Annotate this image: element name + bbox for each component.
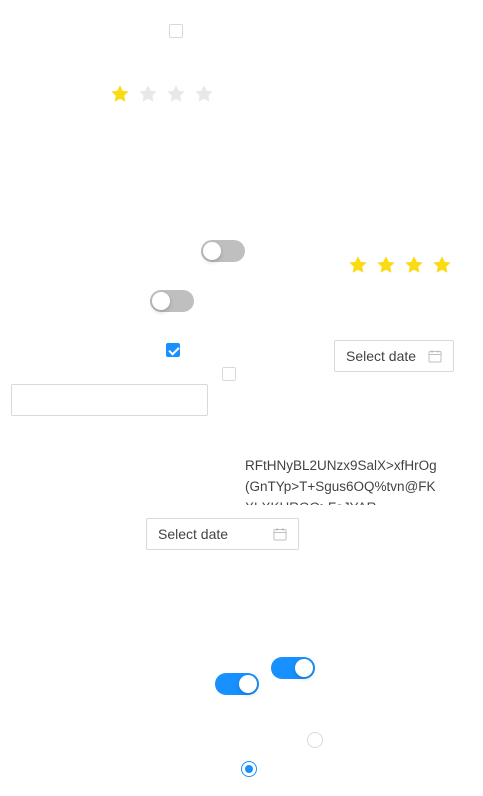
rating-1[interactable] [110, 84, 214, 104]
switch-knob [295, 659, 313, 677]
text-block: RFtHNyBL2UNzx9SalX>xfHrOg(GnTYp>T+Sgus6O… [245, 458, 437, 505]
date-picker-1[interactable]: Select date [334, 340, 454, 372]
checkbox-3[interactable] [222, 367, 236, 381]
calendar-icon [273, 528, 287, 541]
date-picker-2[interactable]: Select date [146, 518, 299, 550]
switch-2[interactable] [150, 290, 194, 312]
switch-knob [152, 292, 170, 310]
radio-2[interactable] [241, 761, 257, 777]
rating-2[interactable] [348, 255, 452, 275]
calendar-icon [428, 350, 442, 363]
checkbox-2[interactable] [166, 343, 180, 357]
star-icon[interactable] [194, 84, 214, 104]
switch-3[interactable] [271, 657, 315, 679]
switch-knob [239, 675, 257, 693]
switch-1[interactable] [201, 240, 245, 262]
star-icon[interactable] [432, 255, 452, 275]
text-input[interactable] [11, 384, 208, 416]
switch-4[interactable] [215, 673, 259, 695]
star-icon[interactable] [376, 255, 396, 275]
date-picker-placeholder: Select date [158, 526, 229, 542]
date-picker-placeholder: Select date [346, 348, 417, 364]
switch-knob [203, 242, 221, 260]
star-icon[interactable] [404, 255, 424, 275]
star-icon[interactable] [138, 84, 158, 104]
star-icon[interactable] [110, 84, 130, 104]
radio-1[interactable] [307, 732, 323, 748]
star-icon[interactable] [166, 84, 186, 104]
checkbox-1[interactable] [169, 24, 183, 38]
star-icon[interactable] [348, 255, 368, 275]
